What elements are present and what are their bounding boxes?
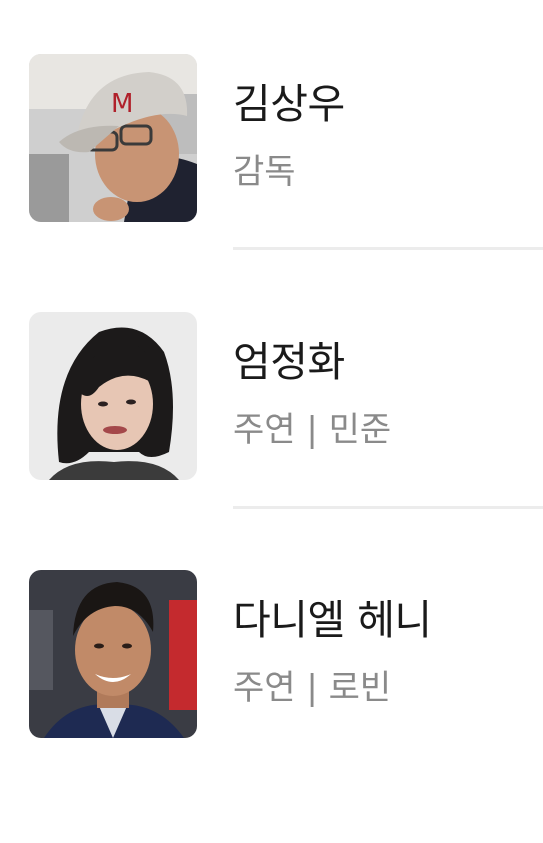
cast-role: 주연 | 민준 [233,410,392,450]
cast-name: 김상우 [233,80,345,128]
cast-role: 주연 | 로빈 [233,668,392,708]
divider [233,247,543,250]
avatar-photo: M [29,54,197,222]
avatar: M [29,54,197,222]
cast-item[interactable]: 엄정화 주연 | 민준 [29,312,543,480]
cast-item[interactable]: M 김상우 감독 [29,54,543,222]
svg-text:M: M [111,89,133,119]
cast-name: 다니엘 헤니 [233,596,432,644]
cast-role: 감독 [233,152,296,192]
avatar [29,570,197,738]
avatar-photo [29,570,197,738]
divider [233,506,543,509]
cast-item[interactable]: 다니엘 헤니 주연 | 로빈 [29,570,543,738]
cast-name: 엄정화 [233,338,345,386]
avatar [29,312,197,480]
avatar-photo [29,312,197,480]
